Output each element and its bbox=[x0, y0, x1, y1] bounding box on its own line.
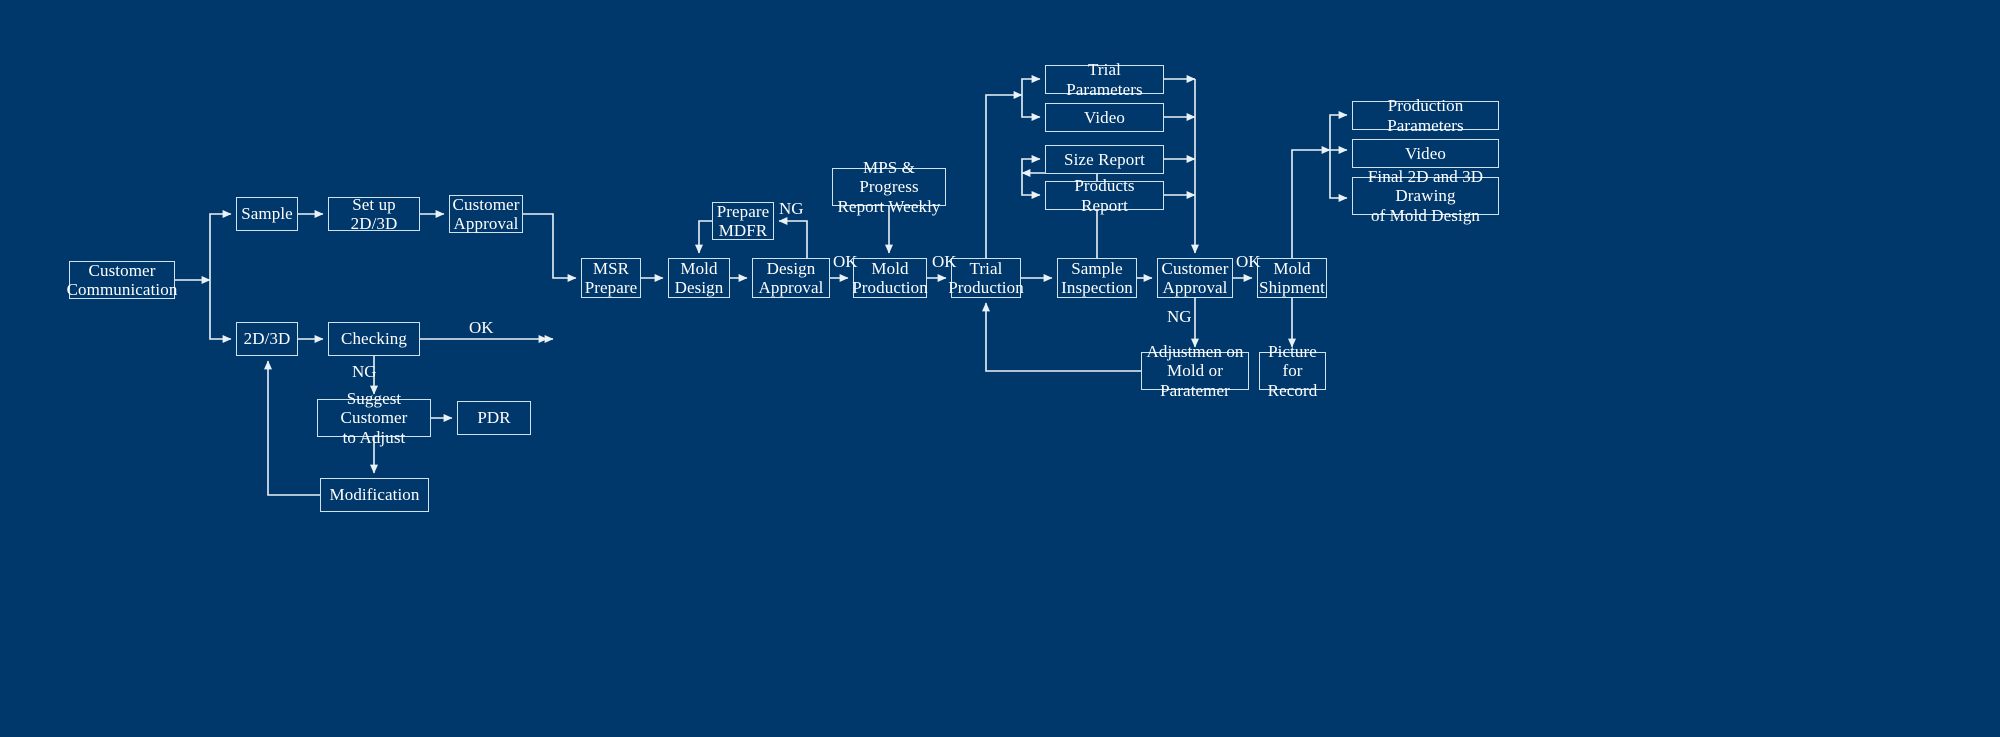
node-label-video_production: Video bbox=[1404, 143, 1447, 163]
node-label-trial_production: Trial Production bbox=[948, 258, 1024, 297]
node-mps_progress[interactable]: MPS & Progress Report Weekly bbox=[832, 158, 946, 216]
node-mold_shipment[interactable]: Mold Shipment bbox=[1257, 258, 1327, 298]
node-label-modification: Modification bbox=[329, 485, 420, 505]
node-label-adjustment: Adjustmen on Mold or Paratemer bbox=[1146, 342, 1244, 400]
edge-approval1-to-msr bbox=[523, 213, 577, 282]
node-label-setup_2d3d: Set up 2D/3D bbox=[350, 194, 398, 233]
edge-label-ng_customer_approval: NG bbox=[1167, 307, 1192, 326]
node-products_report[interactable]: Products Report bbox=[1045, 176, 1164, 215]
node-video_production[interactable]: Video bbox=[1352, 139, 1499, 168]
node-suggest_customer[interactable]: Suggest Customer to Adjust bbox=[317, 389, 431, 447]
node-label-mold_design: Mold Design bbox=[674, 258, 724, 297]
edge-label-ok_design_approval: OK bbox=[833, 252, 858, 271]
node-picture_record[interactable]: Picture for Record bbox=[1259, 342, 1326, 400]
node-customer_approval_2[interactable]: Customer Approval bbox=[1157, 258, 1233, 298]
node-sample_inspection[interactable]: Sample Inspection bbox=[1057, 258, 1137, 298]
node-trial_parameters[interactable]: Trial Parameters bbox=[1045, 60, 1164, 99]
node-sample[interactable]: Sample bbox=[236, 197, 298, 231]
edge-trial-up bbox=[985, 91, 1023, 258]
node-label-mold_shipment: Mold Shipment bbox=[1259, 258, 1325, 297]
node-msr_prepare[interactable]: MSR Prepare bbox=[581, 258, 641, 298]
edge-label-ok_checking: OK bbox=[469, 318, 494, 337]
edge-inspection-to-sizereport bbox=[1021, 155, 1041, 173]
node-modification[interactable]: Modification bbox=[320, 478, 429, 512]
node-label-prepare_mdfr: Prepare MDFR bbox=[716, 201, 770, 240]
node-customer_approval_1[interactable]: Customer Approval bbox=[449, 195, 523, 233]
edge-shipment-up bbox=[1291, 146, 1331, 258]
node-mold_design[interactable]: Mold Design bbox=[668, 258, 730, 298]
node-label-mold_production: Mold Production bbox=[852, 258, 928, 297]
node-label-final_drawing: Final 2D and 3D Drawing of Mold Design bbox=[1367, 167, 1484, 225]
node-checking[interactable]: Checking bbox=[328, 322, 420, 356]
node-label-customer_communication: Customer Communication bbox=[66, 260, 178, 299]
node-label-video_trial: Video bbox=[1083, 107, 1126, 127]
node-label-msr_prepare: MSR Prepare bbox=[584, 258, 638, 297]
edge-mdfr-to-molddesign bbox=[695, 220, 712, 254]
node-label-size_report: Size Report bbox=[1064, 149, 1145, 169]
node-label-picture_record: Picture for Record bbox=[1267, 342, 1318, 400]
node-label-production_parameters: Production Parameters bbox=[1387, 96, 1464, 135]
node-final_drawing[interactable]: Final 2D and 3D Drawing of Mold Design bbox=[1352, 167, 1499, 225]
node-adjustment[interactable]: Adjustmen on Mold or Paratemer bbox=[1141, 342, 1249, 400]
edge-inspection-to-productsreport bbox=[1021, 173, 1041, 199]
edge-bus-to-sample bbox=[209, 210, 232, 280]
node-label-suggest_customer: Suggest Customer to Adjust bbox=[340, 389, 408, 447]
node-label-design_approval: Design Approval bbox=[758, 258, 824, 297]
edge-label-ok_customer_approval: OK bbox=[1236, 252, 1261, 271]
node-label-customer_approval_2: Customer Approval bbox=[1161, 258, 1229, 297]
edge-label-ng_design_approval: NG bbox=[779, 199, 804, 218]
node-setup_2d3d[interactable]: Set up 2D/3D bbox=[328, 194, 420, 233]
node-label-trial_parameters: Trial Parameters bbox=[1066, 60, 1143, 99]
node-label-mps_progress: MPS & Progress Report Weekly bbox=[837, 158, 941, 216]
node-production_parameters[interactable]: Production Parameters bbox=[1352, 96, 1499, 135]
node-label-drawing_2d3d: 2D/3D bbox=[243, 329, 291, 349]
node-label-customer_approval_1: Customer Approval bbox=[452, 194, 520, 233]
node-design_approval[interactable]: Design Approval bbox=[752, 258, 830, 298]
edge-trial-to-trialparams bbox=[1021, 75, 1041, 95]
node-label-checking: Checking bbox=[341, 329, 407, 349]
node-trial_production[interactable]: Trial Production bbox=[948, 258, 1024, 298]
edge-label-ng_checking: NG bbox=[352, 362, 377, 381]
node-label-pdr: PDR bbox=[477, 408, 511, 428]
node-label-sample: Sample bbox=[241, 204, 293, 224]
node-label-sample_inspection: Sample Inspection bbox=[1061, 258, 1133, 297]
flowchart-canvas: Customer Communication Sample Set up 2D/3D… bbox=[0, 0, 2000, 737]
edge-bus-to-2d3d bbox=[209, 280, 232, 343]
node-customer_communication[interactable]: Customer Communication bbox=[66, 260, 178, 299]
edge-label-ok_mold_production: OK bbox=[932, 252, 957, 271]
node-size_report[interactable]: Size Report bbox=[1045, 145, 1164, 174]
edge-trial-to-video bbox=[1021, 95, 1041, 121]
node-prepare_mdfr[interactable]: Prepare MDFR bbox=[712, 202, 774, 240]
edge-shipment-to-prodparams bbox=[1329, 111, 1348, 150]
edge-shipment-to-finaldrawing bbox=[1329, 150, 1348, 202]
edge-adjustment-to-trial bbox=[982, 302, 1141, 372]
node-pdr[interactable]: PDR bbox=[457, 401, 531, 435]
node-video_trial[interactable]: Video bbox=[1045, 103, 1164, 132]
node-mold_production[interactable]: Mold Production bbox=[852, 258, 928, 298]
node-drawing_2d3d[interactable]: 2D/3D bbox=[236, 322, 298, 356]
node-label-products_report: Products Report bbox=[1074, 176, 1135, 215]
edge-designapproval-ng-to-mdfr bbox=[778, 217, 808, 258]
edge-modification-to-2d3d bbox=[264, 360, 320, 496]
connector-layer bbox=[175, 75, 1348, 496]
